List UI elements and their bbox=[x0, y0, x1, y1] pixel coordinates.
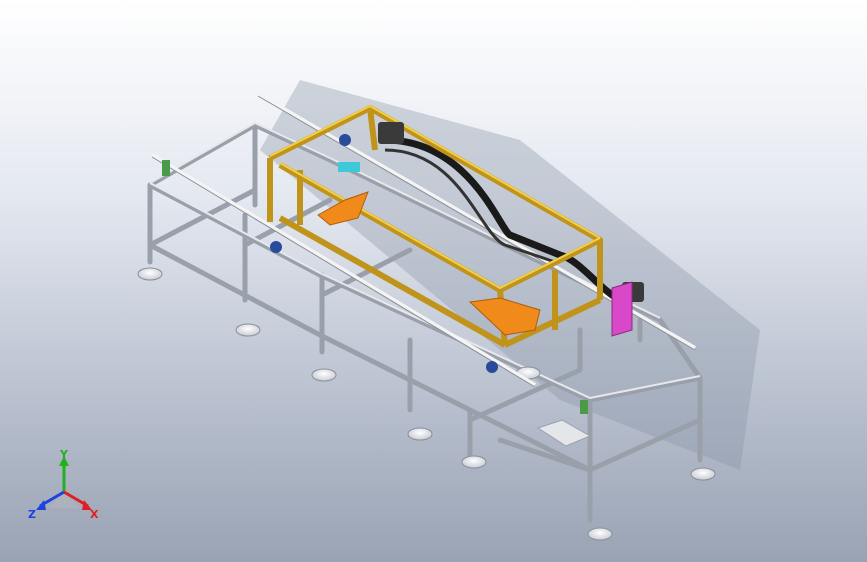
motor-top bbox=[378, 122, 404, 144]
bearing-front bbox=[486, 361, 498, 373]
bearing-top bbox=[339, 134, 351, 146]
green-clamp bbox=[162, 160, 170, 176]
bottom-plate bbox=[536, 419, 592, 447]
machine-frame-model[interactable] bbox=[0, 0, 867, 562]
bearing-left bbox=[270, 241, 282, 253]
triad-x-label: X bbox=[90, 508, 99, 521]
triad-y-label: Y bbox=[59, 448, 69, 461]
coordinate-triad: Y X Z bbox=[28, 448, 99, 521]
graphics-viewport[interactable]: Y X Z bbox=[0, 0, 867, 562]
green-clamp-right bbox=[580, 400, 588, 414]
cyan-block bbox=[338, 162, 360, 172]
triad-z-label: Z bbox=[28, 508, 36, 521]
motor-bracket bbox=[611, 281, 633, 337]
